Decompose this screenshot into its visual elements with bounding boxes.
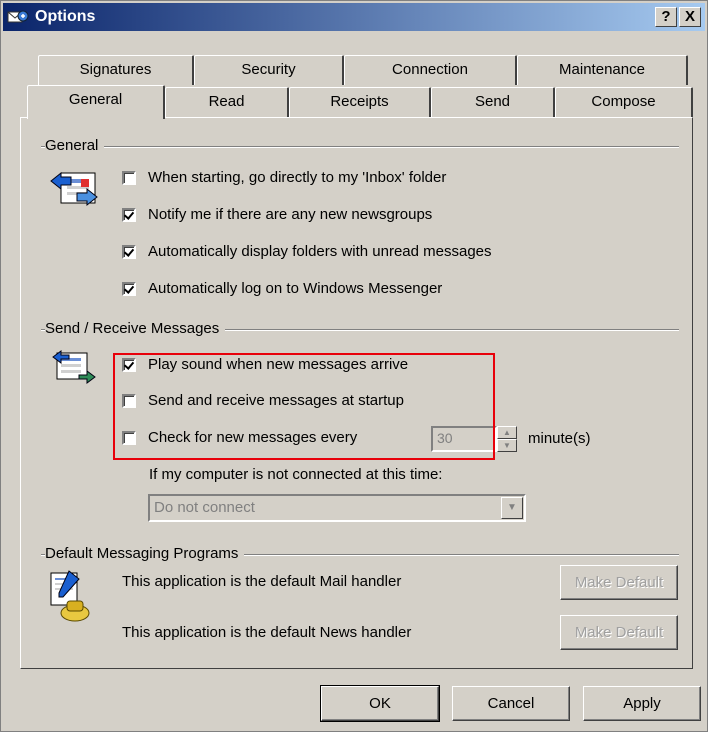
option-notify-newsgroups[interactable]: Notify me if there are any new newsgroup… [122,206,432,223]
default-programs-group-title: Default Messaging Programs [45,545,245,562]
mail-news-handler-icon [47,569,93,629]
option-send-receive-startup[interactable]: Send and receive messages at startup [122,392,404,409]
option-go-to-inbox[interactable]: When starting, go directly to my 'Inbox'… [122,169,446,186]
option-play-sound-label: Play sound when new messages arrive [148,356,409,373]
checkbox-notify-newsgroups[interactable] [122,207,136,222]
inbox-arrow-icon [47,167,101,215]
option-check-every-label: Check for new messages every [148,429,358,446]
general-group-divider [41,146,679,148]
not-connected-label: If my computer is not connected at this … [149,466,443,483]
checkbox-check-every[interactable] [122,430,136,445]
option-play-sound[interactable]: Play sound when new messages arrive [122,356,408,373]
help-button[interactable]: ? [655,7,677,27]
check-interval-unit: minute(s) [528,430,591,447]
check-interval-spinner[interactable]: 30 ▲ ▼ [431,426,519,452]
tab-security[interactable]: Security [194,55,344,85]
send-receive-group-title: Send / Receive Messages [45,320,226,337]
tab-general[interactable]: General [27,85,165,119]
option-send-receive-startup-label: Send and receive messages at startup [148,392,404,409]
send-receive-icon [51,349,99,393]
tab-receipts[interactable]: Receipts [289,87,431,117]
option-notify-newsgroups-label: Notify me if there are any new newsgroup… [148,206,433,223]
connection-dropdown[interactable]: Do not connect ▼ [148,494,526,522]
option-display-unread-folders[interactable]: Automatically display folders with unrea… [122,243,492,260]
checkbox-auto-logon-messenger[interactable] [122,281,136,296]
ok-button[interactable]: OK [320,685,440,722]
close-button[interactable]: X [679,7,701,27]
checkbox-display-unread-folders[interactable] [122,244,136,259]
spin-down-icon[interactable]: ▼ [497,439,517,452]
make-default-mail-button[interactable]: Make Default [560,565,678,600]
options-dialog: Options ? X Signatures Security Connecti… [0,0,708,732]
checkbox-send-receive-startup[interactable] [122,393,136,408]
tab-send[interactable]: Send [431,87,555,117]
general-group-title: General [45,137,105,154]
option-check-every[interactable]: Check for new messages every [122,429,357,446]
option-display-unread-folders-label: Automatically display folders with unrea… [148,243,492,260]
make-default-news-button[interactable]: Make Default [560,615,678,650]
checkbox-go-to-inbox[interactable] [122,170,136,185]
title-bar[interactable]: Options ? X [3,3,705,31]
option-auto-logon-messenger[interactable]: Automatically log on to Windows Messenge… [122,280,442,297]
tab-connection[interactable]: Connection [344,55,517,85]
default-news-text: This application is the default News han… [122,624,412,641]
window-title: Options [35,8,96,25]
spin-up-icon[interactable]: ▲ [497,426,517,439]
connection-dropdown-value: Do not connect [154,499,255,516]
option-auto-logon-messenger-label: Automatically log on to Windows Messenge… [148,280,443,297]
tab-read[interactable]: Read [165,87,289,117]
tab-compose[interactable]: Compose [555,87,693,117]
option-go-to-inbox-label: When starting, go directly to my 'Inbox'… [148,169,447,186]
check-interval-input[interactable]: 30 [431,426,497,452]
chevron-down-icon[interactable]: ▼ [501,497,523,519]
tab-signatures[interactable]: Signatures [38,55,194,85]
tab-maintenance[interactable]: Maintenance [517,55,688,85]
default-mail-text: This application is the default Mail han… [122,573,402,590]
apply-button[interactable]: Apply [583,686,701,721]
checkbox-play-sound[interactable] [122,357,136,372]
cancel-button[interactable]: Cancel [452,686,570,721]
options-app-icon [7,8,29,26]
